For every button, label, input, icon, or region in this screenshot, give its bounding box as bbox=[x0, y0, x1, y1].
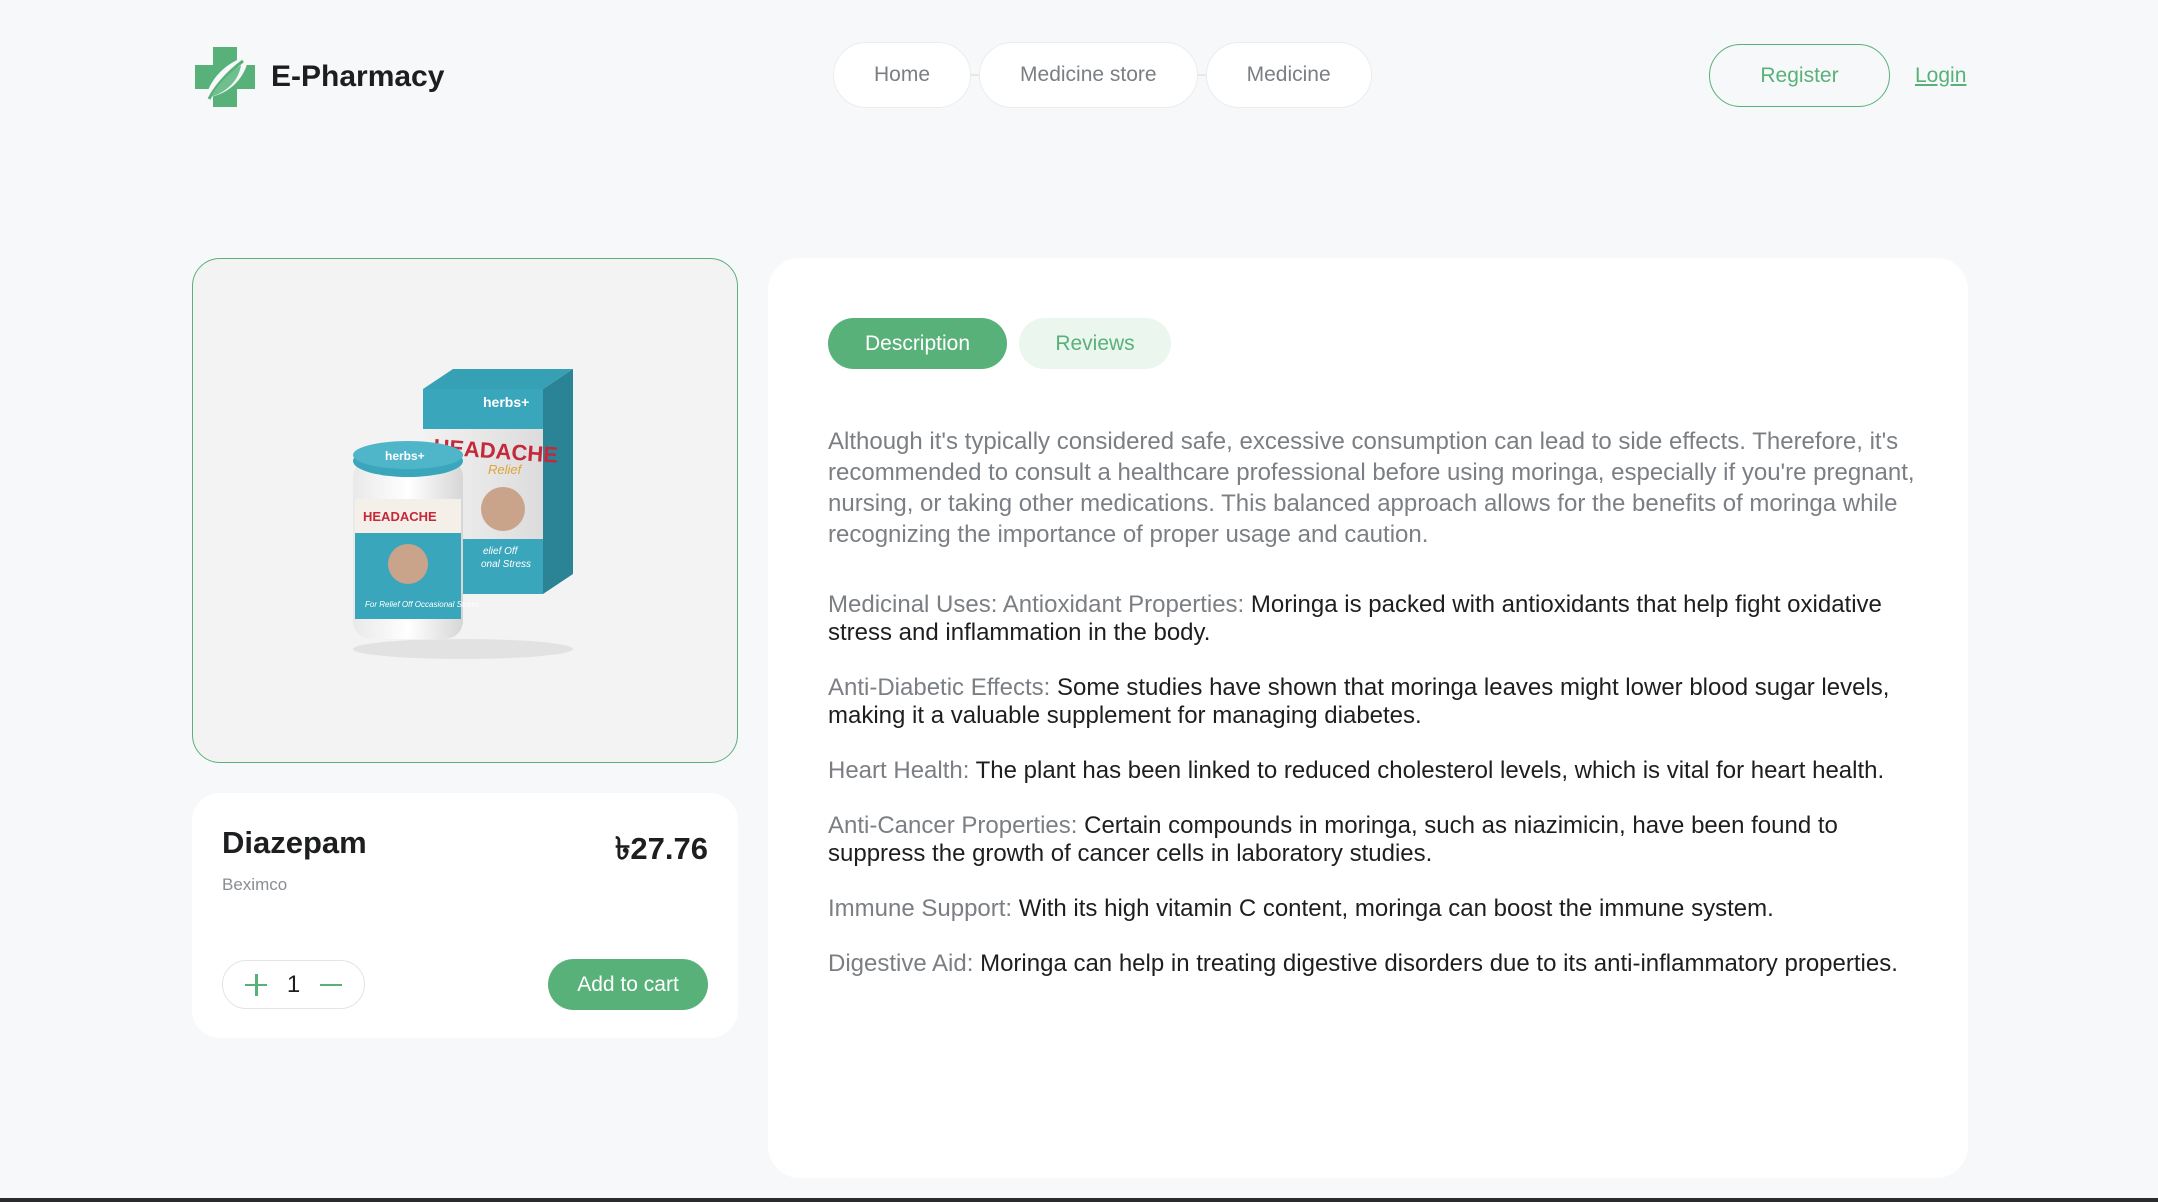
description-panel: Description Reviews Although it's typica… bbox=[768, 258, 1968, 1178]
product-image-card: HEADACHE Relief herbs+ elief Off onal St… bbox=[192, 258, 738, 763]
box-herbs-logo: herbs+ bbox=[483, 394, 529, 410]
plus-icon[interactable] bbox=[245, 973, 267, 996]
description-body: Although it's typically considered safe,… bbox=[828, 426, 1918, 978]
tab-reviews[interactable]: Reviews bbox=[1019, 318, 1171, 369]
description-item: Heart Health: The plant has been linked … bbox=[828, 757, 1918, 785]
description-item: Medicinal Uses: Antioxidant Properties: … bbox=[828, 591, 1918, 647]
product-brand: Beximco bbox=[222, 875, 288, 894]
register-button[interactable]: Register bbox=[1709, 44, 1890, 107]
tab-bar: Description Reviews bbox=[828, 318, 1171, 369]
description-item: Immune Support: With its high vitamin C … bbox=[828, 895, 1918, 923]
description-item-label: Heart Health: bbox=[828, 757, 970, 784]
jar-herbs-logo: herbs+ bbox=[385, 449, 425, 463]
nav-separator bbox=[1197, 74, 1206, 76]
description-item-label: Immune Support: bbox=[828, 895, 1013, 922]
brand-name: E-Pharmacy bbox=[271, 60, 445, 93]
description-item: Digestive Aid: Moringa can help in treat… bbox=[828, 950, 1918, 978]
jar-caption: For Relief Off Occasional Stress bbox=[365, 600, 479, 609]
product-name: Diazepam bbox=[222, 825, 367, 860]
site-header: E-Pharmacy Home Medicine store Medicine … bbox=[0, 0, 2158, 160]
description-item-text: With its high vitamin C content, moringa… bbox=[1018, 895, 1774, 922]
description-item: Anti-Diabetic Effects: Some studies have… bbox=[828, 674, 1918, 730]
quantity-stepper: 1 bbox=[222, 960, 365, 1009]
description-item-text: The plant has been linked to reduced cho… bbox=[975, 757, 1885, 784]
nav-home[interactable]: Home bbox=[833, 42, 972, 108]
product-info-card: Diazepam ৳27.76 Beximco 1 Add to cart bbox=[192, 793, 738, 1038]
product-price: ৳27.76 bbox=[614, 831, 708, 866]
quantity-value: 1 bbox=[286, 970, 301, 998]
brand-logo[interactable]: E-Pharmacy bbox=[191, 43, 444, 111]
box-relief-text: Relief bbox=[488, 462, 523, 477]
page-bottom-border bbox=[0, 1198, 2158, 1202]
description-item-label: Medicinal Uses: Antioxidant Properties: bbox=[828, 591, 1245, 618]
description-item-label: Anti-Cancer Properties: bbox=[828, 812, 1078, 839]
login-link[interactable]: Login bbox=[1915, 64, 1966, 88]
tab-description[interactable]: Description bbox=[828, 318, 1007, 369]
minus-icon[interactable] bbox=[319, 974, 342, 996]
description-item: Anti-Cancer Properties: Certain compound… bbox=[828, 812, 1918, 868]
leaf-cross-logo-icon bbox=[195, 47, 255, 107]
nav-medicine-store[interactable]: Medicine store bbox=[979, 42, 1198, 108]
nav-medicine[interactable]: Medicine bbox=[1205, 42, 1372, 108]
add-to-cart-button[interactable]: Add to cart bbox=[548, 959, 708, 1010]
description-intro: Although it's typically considered safe,… bbox=[828, 428, 1915, 548]
box-stress-caption: onal Stress bbox=[481, 559, 531, 570]
box-relief-caption: elief Off bbox=[483, 546, 519, 557]
nav-separator bbox=[971, 74, 980, 76]
description-item-text: Moringa can help in treating digestive d… bbox=[980, 950, 1898, 977]
description-item-label: Digestive Aid: bbox=[828, 950, 974, 977]
jar-headache-text: HEADACHE bbox=[363, 509, 437, 524]
main-nav: Home Medicine store Medicine bbox=[833, 42, 1372, 108]
description-item-label: Anti-Diabetic Effects: bbox=[828, 674, 1051, 701]
product-image: HEADACHE Relief herbs+ elief Off onal St… bbox=[353, 369, 573, 659]
auth-actions: Register Login bbox=[1709, 44, 1966, 107]
